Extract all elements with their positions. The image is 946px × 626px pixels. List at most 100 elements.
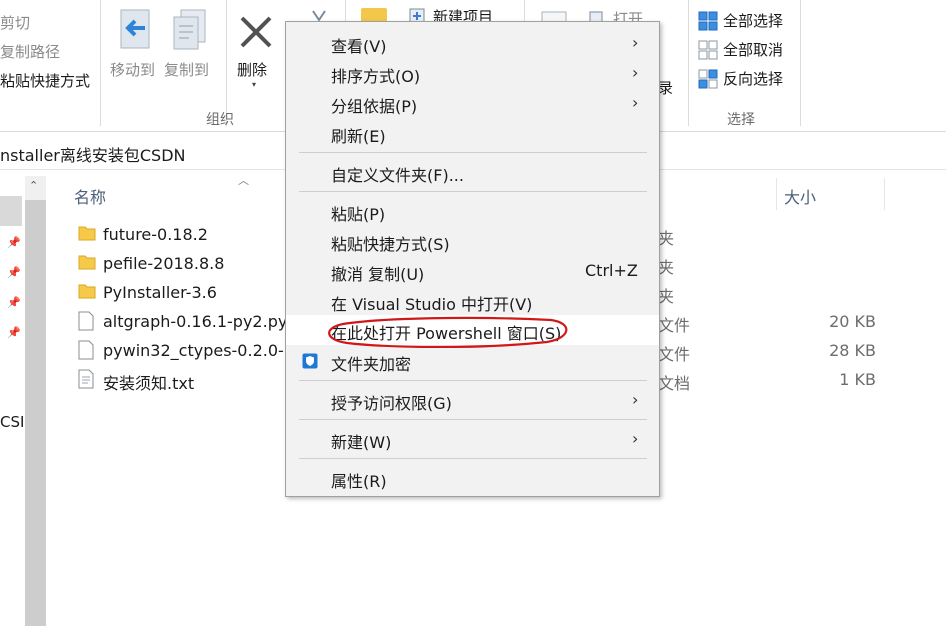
menu-item-sort-by[interactable]: 排序方式(O) › <box>286 58 659 88</box>
delete-label: 删除 <box>237 61 268 79</box>
invert-selection-label: 反向选择 <box>723 70 784 88</box>
ribbon-divider <box>226 0 227 126</box>
cut-button[interactable]: 剪切 <box>0 12 30 33</box>
select-all-icon <box>698 11 718 31</box>
move-to-button[interactable]: 移动到 <box>110 8 158 79</box>
menu-item-folder-encrypt[interactable]: 文件夹加密 <box>286 346 659 376</box>
file-size: 1 KB <box>839 370 876 389</box>
menu-item-label: 自定义文件夹(F)... <box>331 166 464 185</box>
menu-separator <box>299 458 647 459</box>
menu-item-label: 在 Visual Studio 中打开(V) <box>331 295 533 314</box>
copy-path-button[interactable]: 复制路径 <box>0 41 60 62</box>
delete-dropdown-icon: ▾ <box>252 80 257 89</box>
menu-item-undo-copy[interactable]: 撤消 复制(U) Ctrl+Z <box>286 256 659 286</box>
text-file-icon <box>78 369 94 389</box>
menu-separator <box>299 191 647 192</box>
shield-icon <box>302 353 318 369</box>
breadcrumb[interactable]: nstaller离线安装包CSDN <box>0 142 186 166</box>
ribbon-divider <box>100 0 101 126</box>
nav-item-partial[interactable]: CSI <box>0 413 24 431</box>
ribbon-divider <box>688 0 689 126</box>
invert-selection-icon <box>698 69 718 89</box>
file-type: 夹 <box>658 287 675 306</box>
menu-item-new[interactable]: 新建(W) › <box>286 424 659 454</box>
scrollbar-thumb[interactable] <box>25 200 46 626</box>
menu-item-label: 查看(V) <box>331 37 387 56</box>
select-all-label: 全部选择 <box>723 12 784 30</box>
pin-icon[interactable]: 📌 <box>7 296 21 309</box>
menu-item-open-visual-studio[interactable]: 在 Visual Studio 中打开(V) <box>286 286 659 316</box>
menu-item-shortcut: Ctrl+Z <box>585 261 638 280</box>
menu-item-label: 文件夹加密 <box>331 355 412 374</box>
column-divider[interactable] <box>776 178 777 210</box>
file-type: 夹 <box>658 258 675 277</box>
select-none-button[interactable]: 全部取消 <box>698 39 798 61</box>
column-header-name[interactable]: 名称 <box>74 184 106 208</box>
menu-item-customize-folder[interactable]: 自定义文件夹(F)... <box>286 157 659 187</box>
chevron-right-icon: › <box>632 63 639 82</box>
menu-item-paste[interactable]: 粘贴(P) <box>286 196 659 226</box>
history-label[interactable]: 录 <box>658 77 673 98</box>
folder-icon <box>78 226 96 241</box>
copy-to-button[interactable]: 复制到 <box>164 8 212 79</box>
menu-item-view[interactable]: 查看(V) › <box>286 28 659 58</box>
chevron-right-icon: › <box>632 390 639 409</box>
menu-item-label: 授予访问权限(G) <box>331 394 452 413</box>
folder-icon <box>78 255 96 270</box>
menu-separator <box>299 419 647 420</box>
menu-item-label: 撤消 复制(U) <box>331 265 425 284</box>
file-size: 20 KB <box>829 312 876 331</box>
file-name: pefile-2018.8.8 <box>103 254 225 273</box>
menu-item-refresh[interactable]: 刷新(E) <box>286 118 659 148</box>
menu-item-label: 新建(W) <box>331 433 392 452</box>
file-icon <box>78 311 94 331</box>
copy-to-icon <box>173 9 206 50</box>
move-to-label: 移动到 <box>110 61 156 79</box>
sort-ascending-icon: ︿ <box>238 174 249 187</box>
menu-item-label: 排序方式(O) <box>331 67 421 86</box>
pin-icon[interactable]: 📌 <box>7 266 21 279</box>
file-name: 安装须知.txt <box>103 374 195 393</box>
menu-item-label: 粘贴(P) <box>331 205 386 224</box>
nav-selected-item[interactable] <box>0 196 22 226</box>
pin-icon[interactable]: 📌 <box>7 326 21 339</box>
breadcrumb-chevron-icon[interactable]: › <box>174 144 179 159</box>
file-size: 28 KB <box>829 341 876 360</box>
menu-item-label: 粘贴快捷方式(S) <box>331 235 450 254</box>
select-none-icon <box>698 40 718 60</box>
file-icon <box>78 340 94 360</box>
file-type: 文档 <box>658 374 691 393</box>
move-to-icon <box>120 9 150 49</box>
nav-pane-scrollbar[interactable]: ⌃ <box>25 176 46 626</box>
context-menu: 查看(V) › 排序方式(O) › 分组依据(P) › 刷新(E) 自定义文件夹… <box>285 21 660 497</box>
menu-item-label: 分组依据(P) <box>331 97 418 116</box>
invert-selection-button[interactable]: 反向选择 <box>698 68 798 90</box>
select-all-button[interactable]: 全部选择 <box>698 10 798 32</box>
menu-item-label: 属性(R) <box>331 472 387 491</box>
organize-group-label: 组织 <box>206 112 234 128</box>
pin-icon[interactable]: 📌 <box>7 236 21 249</box>
menu-item-group-by[interactable]: 分组依据(P) › <box>286 88 659 118</box>
select-group-label: 选择 <box>727 112 755 128</box>
menu-separator <box>299 152 647 153</box>
menu-item-label: 刷新(E) <box>331 127 386 146</box>
copy-to-label: 复制到 <box>164 61 210 79</box>
column-divider[interactable] <box>884 178 885 210</box>
menu-item-properties[interactable]: 属性(R) <box>286 463 659 493</box>
chevron-right-icon: › <box>632 33 639 52</box>
menu-item-open-powershell[interactable]: 在此处打开 Powershell 窗口(S) <box>286 315 659 348</box>
file-type: 夹 <box>658 229 675 248</box>
menu-separator <box>299 380 647 381</box>
chevron-right-icon: › <box>632 93 639 112</box>
delete-icon <box>240 16 272 48</box>
menu-item-give-access[interactable]: 授予访问权限(G) › <box>286 385 659 415</box>
paste-shortcut-button[interactable]: 粘贴快捷方式 <box>0 70 90 91</box>
scroll-up-icon[interactable]: ⌃ <box>29 179 38 192</box>
menu-item-label: 在此处打开 Powershell 窗口(S) <box>331 324 562 343</box>
menu-item-paste-shortcut[interactable]: 粘贴快捷方式(S) <box>286 226 659 256</box>
file-name: PyInstaller-3.6 <box>103 283 217 302</box>
file-type: 文件 <box>658 345 691 364</box>
file-type: 文件 <box>658 316 691 335</box>
column-header-size[interactable]: 大小 <box>784 184 816 208</box>
delete-button[interactable]: 删除 ▾ <box>234 8 274 89</box>
